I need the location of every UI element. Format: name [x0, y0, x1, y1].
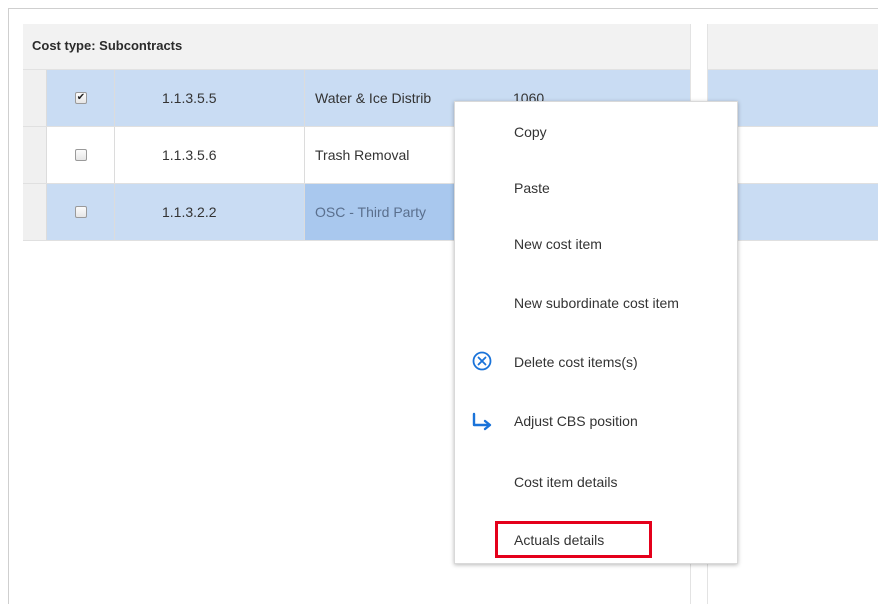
menu-item-new-subordinate-cost-item[interactable]: New subordinate cost item [455, 287, 737, 319]
cost-code-cell[interactable]: 1.1.3.5.5 [115, 70, 305, 126]
row-checkbox[interactable] [75, 206, 87, 218]
cost-item-description: OSC - Third Party [315, 204, 426, 220]
cost-code: 1.1.3.2.2 [162, 204, 217, 220]
cost-item-description: Trash Removal [315, 147, 410, 163]
move-right-arrow-icon [471, 409, 493, 431]
app-viewport: Cost type: Subcontracts ✔ 1.1.3.5.5 Wate… [0, 0, 878, 604]
row-gutter [23, 127, 47, 183]
menu-item-paste[interactable]: Paste [455, 172, 737, 204]
menu-item-label: Adjust CBS position [514, 413, 638, 429]
cost-code: 1.1.3.5.5 [162, 90, 217, 106]
menu-item-cost-item-details[interactable]: Cost item details [455, 466, 737, 498]
menu-item-label: Copy [514, 124, 547, 140]
row-gutter [23, 70, 47, 126]
menu-item-label: Cost item details [514, 474, 618, 490]
menu-item-label: Delete cost items(s) [514, 354, 638, 370]
delete-circle-x-icon [471, 350, 493, 372]
menu-item-label: Actuals details [514, 532, 605, 548]
checkbox-cell: ✔ [47, 70, 115, 126]
cost-code: 1.1.3.5.6 [162, 147, 217, 163]
row-gutter [23, 184, 47, 240]
checkbox-cell [47, 127, 115, 183]
window-top-border [8, 8, 878, 9]
menu-item-label: New cost item [514, 236, 602, 252]
cost-item-description: Water & Ice Distrib [315, 90, 432, 106]
menu-item-delete-cost-items[interactable]: Delete cost items(s) [455, 346, 737, 378]
row-checkbox[interactable] [75, 149, 87, 161]
window-left-border [8, 8, 9, 604]
menu-item-label: New subordinate cost item [514, 295, 679, 311]
menu-item-adjust-cbs-position[interactable]: Adjust CBS position [455, 405, 737, 437]
context-menu: Copy Paste New cost item New subordinate… [454, 101, 738, 564]
right-pane-header [708, 24, 878, 70]
row-checkbox[interactable]: ✔ [75, 92, 87, 104]
menu-item-new-cost-item[interactable]: New cost item [455, 228, 737, 260]
cost-code-cell[interactable]: 1.1.3.2.2 [115, 184, 305, 240]
menu-item-actuals-details[interactable]: Actuals details [455, 521, 737, 558]
cost-type-title: Cost type: Subcontracts [32, 38, 183, 53]
checkbox-cell [47, 184, 115, 240]
menu-item-label: Paste [514, 180, 550, 196]
cost-code-cell[interactable]: 1.1.3.5.6 [115, 127, 305, 183]
grid-group-header: Cost type: Subcontracts [23, 24, 690, 70]
menu-item-copy[interactable]: Copy [455, 116, 737, 148]
